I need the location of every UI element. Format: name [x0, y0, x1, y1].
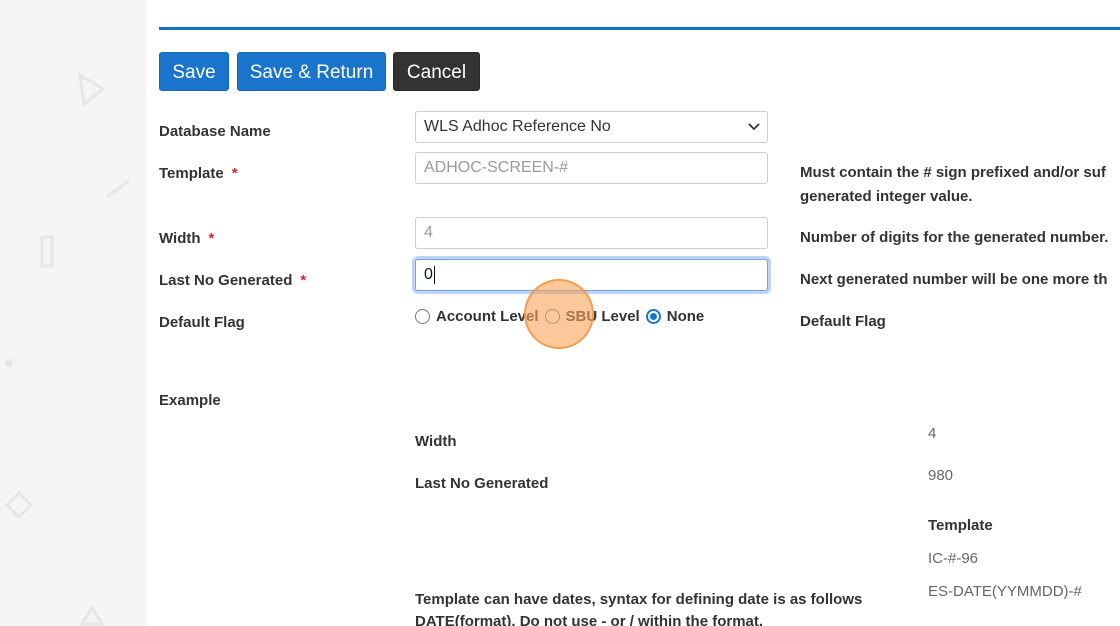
template-input[interactable]: ADHOC-SCREEN-#	[415, 152, 768, 184]
width-required-marker: *	[208, 230, 215, 247]
width-label-text: Width	[159, 230, 201, 247]
database-name-label: Database Name	[159, 123, 271, 140]
text-caret	[433, 265, 435, 284]
example-template-value-2: ES-DATE(YYMMDD)-#	[928, 583, 1082, 600]
rect-decoration-icon	[40, 235, 54, 268]
last-no-generated-input[interactable]: 0	[415, 259, 768, 291]
example-note-line2: DATE(format). Do not use - or / within t…	[415, 613, 764, 626]
last-no-generated-label-text: Last No Generated	[159, 272, 293, 289]
template-label-text: Template	[159, 165, 224, 182]
default-flag-help: Default Flag	[800, 313, 886, 330]
last-no-generated-label: Last No Generated *	[159, 272, 306, 289]
triangle-decoration-icon-2	[79, 605, 105, 626]
radio-option-sbu-level[interactable]: SBU Level	[544, 307, 640, 325]
last-no-generated-required-marker: *	[300, 272, 307, 289]
radio-account-level-label: Account Level	[436, 307, 539, 325]
example-template-value-1: IC-#-96	[928, 550, 979, 567]
left-background-panel	[0, 0, 146, 626]
width-help: Number of digits for the generated numbe…	[800, 229, 1109, 246]
chevron-down-icon	[748, 123, 760, 131]
diamond-decoration-icon	[4, 490, 34, 520]
example-template-label: Template	[928, 517, 993, 534]
save-and-return-button[interactable]: Save & Return	[237, 52, 386, 91]
top-accent-bar	[159, 27, 1120, 30]
database-name-select[interactable]: WLS Adhoc Reference No	[415, 111, 768, 143]
example-width-value: 4	[928, 425, 937, 442]
default-flag-radio-group: Account Level SBU Level None	[415, 305, 710, 327]
example-last-no-value: 980	[928, 467, 954, 484]
radio-none[interactable]	[645, 308, 661, 324]
example-note-line1: Template can have dates, syntax for defi…	[415, 591, 863, 608]
width-label: Width *	[159, 230, 214, 247]
radio-none-label: None	[666, 307, 705, 325]
triangle-decoration-icon	[78, 73, 106, 107]
last-no-generated-value: 0	[424, 266, 433, 283]
radio-sbu-level-label: SBU Level	[565, 307, 640, 325]
example-width-label: Width	[415, 433, 457, 450]
example-heading: Example	[159, 392, 221, 409]
default-flag-label: Default Flag	[159, 314, 245, 331]
template-label: Template *	[159, 165, 238, 182]
cancel-button[interactable]: Cancel	[393, 52, 480, 91]
dot-decoration-icon	[5, 359, 13, 367]
width-input[interactable]: 4	[415, 217, 768, 249]
radio-option-account-level[interactable]: Account Level	[415, 308, 539, 325]
radio-account-level[interactable]	[415, 308, 430, 324]
save-button[interactable]: Save	[159, 52, 229, 91]
example-last-no-label: Last No Generated	[415, 475, 549, 492]
line-decoration-icon	[106, 179, 130, 199]
template-help-line2: generated integer value.	[800, 188, 973, 205]
template-help-line1: Must contain the # sign prefixed and/or …	[800, 164, 1106, 181]
radio-sbu-level[interactable]	[544, 308, 560, 324]
radio-option-none[interactable]: None	[645, 307, 705, 325]
database-name-value: WLS Adhoc Reference No	[424, 118, 611, 135]
last-no-generated-help: Next generated number will be one more t…	[800, 271, 1108, 288]
template-required-marker: *	[231, 165, 238, 182]
